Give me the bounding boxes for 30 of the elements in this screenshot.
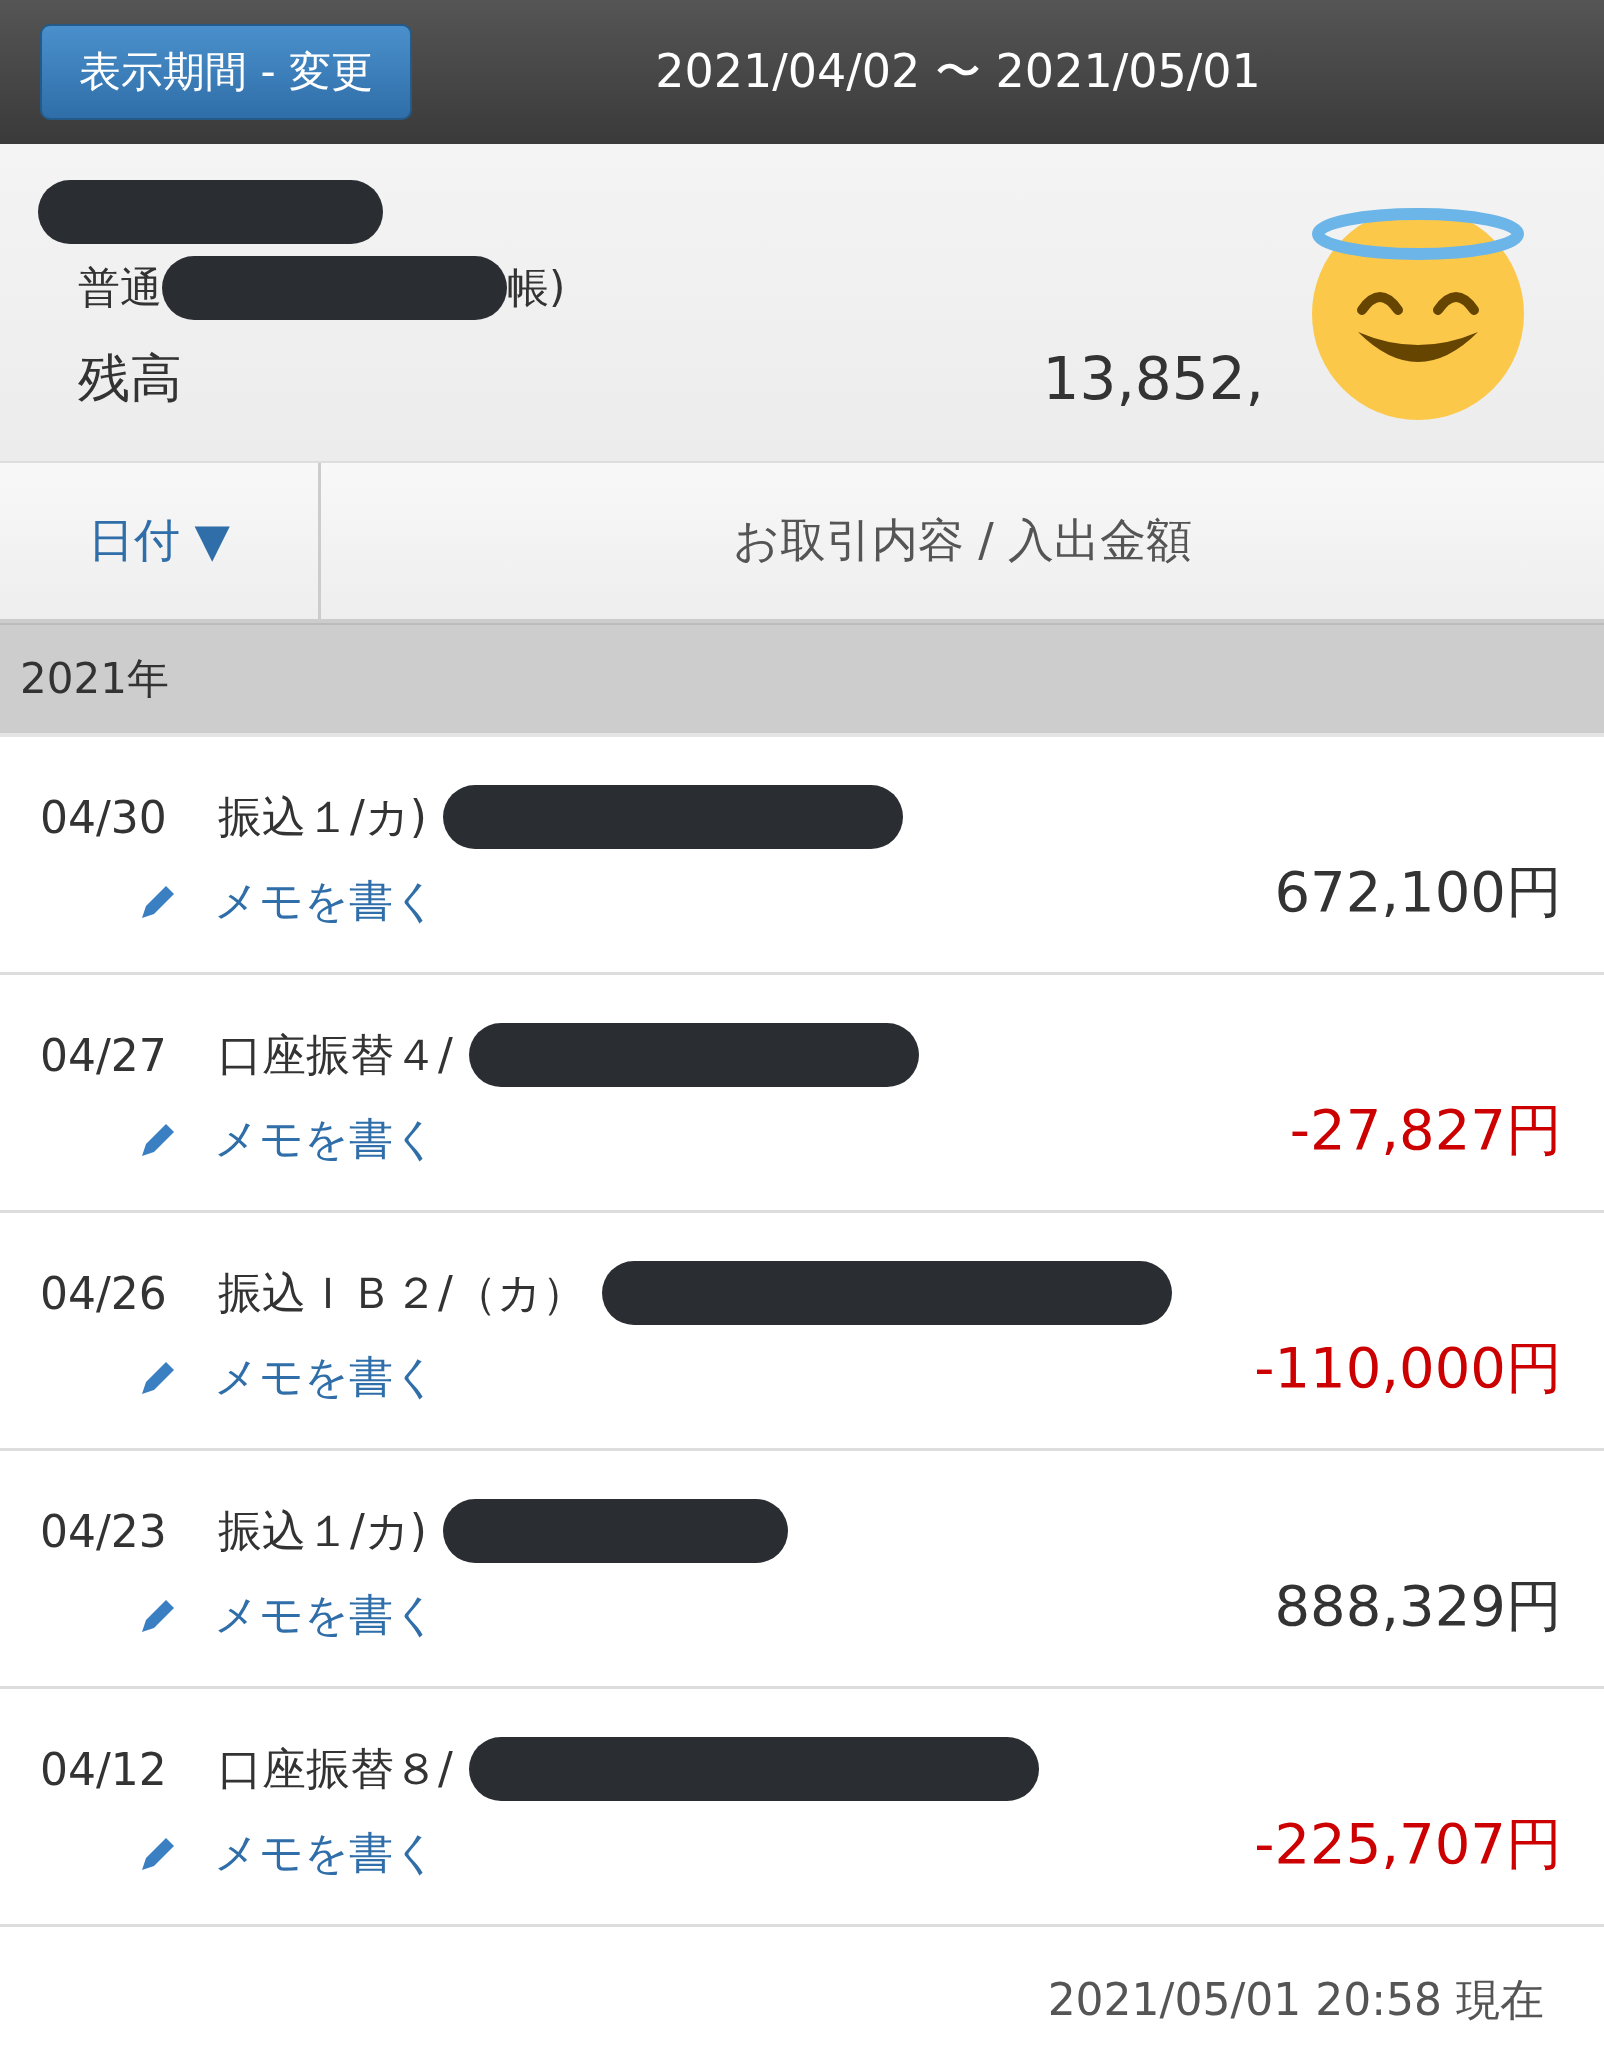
balance-label: 残高: [78, 347, 182, 410]
transaction-amount: -225,707円: [1254, 1810, 1562, 1878]
column-heading: お取引内容 / 入出金額: [732, 512, 1193, 569]
transaction-date: 04/30: [40, 791, 168, 843]
account-type: 普通: [78, 262, 162, 314]
account-type-suffix: 帳): [507, 262, 566, 314]
year-heading: 2021年: [20, 653, 169, 705]
transaction-date: 04/23: [40, 1505, 168, 1557]
transaction-description: 振込１/カ): [218, 789, 427, 844]
period-change-button[interactable]: 表示期間 - 変更: [40, 24, 412, 120]
write-memo-link[interactable]: メモを書く: [136, 872, 438, 931]
write-memo-link[interactable]: メモを書く: [136, 1348, 438, 1407]
period-range: 2021/04/02 〜 2021/05/01: [654, 43, 1262, 100]
transaction-amount: -27,827円: [1289, 1096, 1562, 1164]
transaction-description: 口座振替４/: [218, 1027, 453, 1082]
transaction-amount: -110,000円: [1254, 1334, 1562, 1402]
transaction-amount: 888,329円: [1274, 1572, 1562, 1640]
transaction-date: 04/12: [40, 1743, 168, 1795]
write-memo-link[interactable]: メモを書く: [136, 1110, 438, 1169]
transaction-description: 振込ＩＢ２/（カ）: [218, 1265, 586, 1320]
transaction-date: 04/26: [40, 1267, 168, 1319]
date-sort-button[interactable]: 日付 ▼: [88, 510, 230, 572]
write-memo-link[interactable]: メモを書く: [136, 1824, 438, 1883]
transaction-amount: 672,100円: [1274, 858, 1562, 926]
transaction-date: 04/27: [40, 1029, 168, 1081]
write-memo-link[interactable]: メモを書く: [136, 1586, 438, 1645]
balance-value: 13,852,: [1042, 345, 1264, 413]
as-of-time: 2021/05/01 20:58 現在: [1047, 1973, 1544, 2027]
transaction-description: 口座振替８/: [218, 1741, 453, 1796]
transaction-description: 振込１/カ): [218, 1503, 427, 1558]
